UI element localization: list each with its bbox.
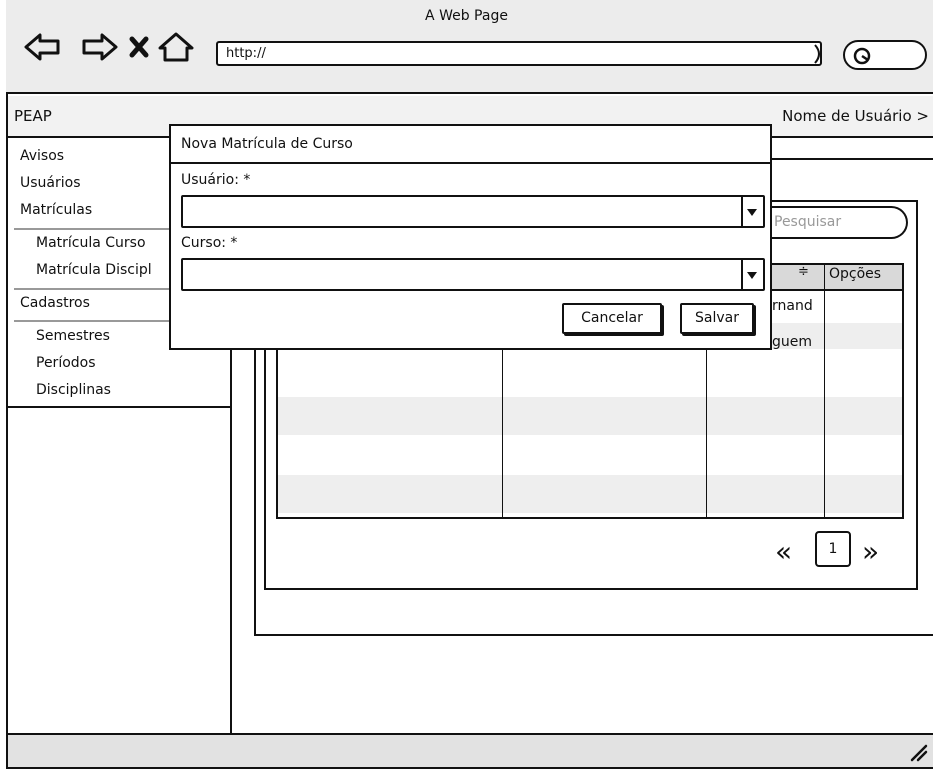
home-icon[interactable] [158, 32, 194, 62]
stop-icon[interactable] [129, 36, 149, 58]
pagination-prev[interactable]: « [775, 532, 792, 572]
user-select[interactable] [181, 195, 765, 228]
sidebar-item-usuarios[interactable]: Usuários [20, 175, 81, 191]
dialog-title: Nova Matrícula de Curso [181, 136, 353, 152]
status-bar [8, 733, 933, 767]
browser-nav-icons [24, 32, 194, 62]
sidebar-item-disciplinas[interactable]: Disciplinas [36, 382, 111, 398]
sidebar-item-matricula-curso[interactable]: Matrícula Curso [36, 235, 146, 251]
table-row-stripe [278, 397, 902, 435]
user-menu[interactable]: Nome de Usuário > [782, 107, 929, 125]
back-icon[interactable] [24, 33, 60, 61]
search-icon[interactable] [852, 46, 874, 66]
sidebar-item-matriculas[interactable]: Matrículas [20, 202, 92, 218]
column-divider [824, 265, 825, 517]
user-field-label: Usuário: * [181, 172, 251, 188]
save-button[interactable]: Salvar [680, 303, 754, 334]
course-select[interactable] [181, 258, 765, 291]
table-cell: rnand [772, 298, 813, 314]
column-header-opcoes: Opções [829, 266, 882, 282]
pagination-next[interactable]: » [862, 532, 879, 572]
sort-icon[interactable]: ≑ [798, 264, 809, 279]
cancel-button[interactable]: Cancelar [562, 303, 662, 334]
chevron-down-icon[interactable] [741, 197, 763, 226]
new-course-enrollment-dialog: Nova Matrícula de Curso Usuário: * Curso… [169, 124, 772, 350]
address-bar-end-icon [814, 44, 820, 64]
sidebar-item-cadastros[interactable]: Cadastros [20, 295, 90, 311]
address-bar[interactable]: http:// [216, 41, 822, 66]
search-button[interactable]: Pesquisar [772, 206, 908, 239]
sidebar-item-semestres[interactable]: Semestres [36, 328, 110, 344]
table-row-stripe [278, 475, 902, 513]
sidebar-item-matricula-disciplina[interactable]: Matrícula Discipl [36, 262, 170, 278]
sidebar-divider [8, 406, 232, 408]
table-cell: guem [772, 334, 813, 350]
brand-logo[interactable]: PEAP [14, 107, 52, 125]
window-title: A Web Page [425, 8, 508, 24]
sidebar-item-avisos[interactable]: Avisos [20, 148, 64, 164]
course-field-label: Curso: * [181, 235, 238, 251]
forward-icon[interactable] [82, 33, 118, 61]
sidebar-item-periodos[interactable]: Períodos [36, 355, 96, 371]
pagination-page[interactable]: 1 [815, 531, 851, 567]
resize-grip-icon[interactable] [908, 742, 928, 762]
chevron-down-icon[interactable] [741, 260, 763, 289]
